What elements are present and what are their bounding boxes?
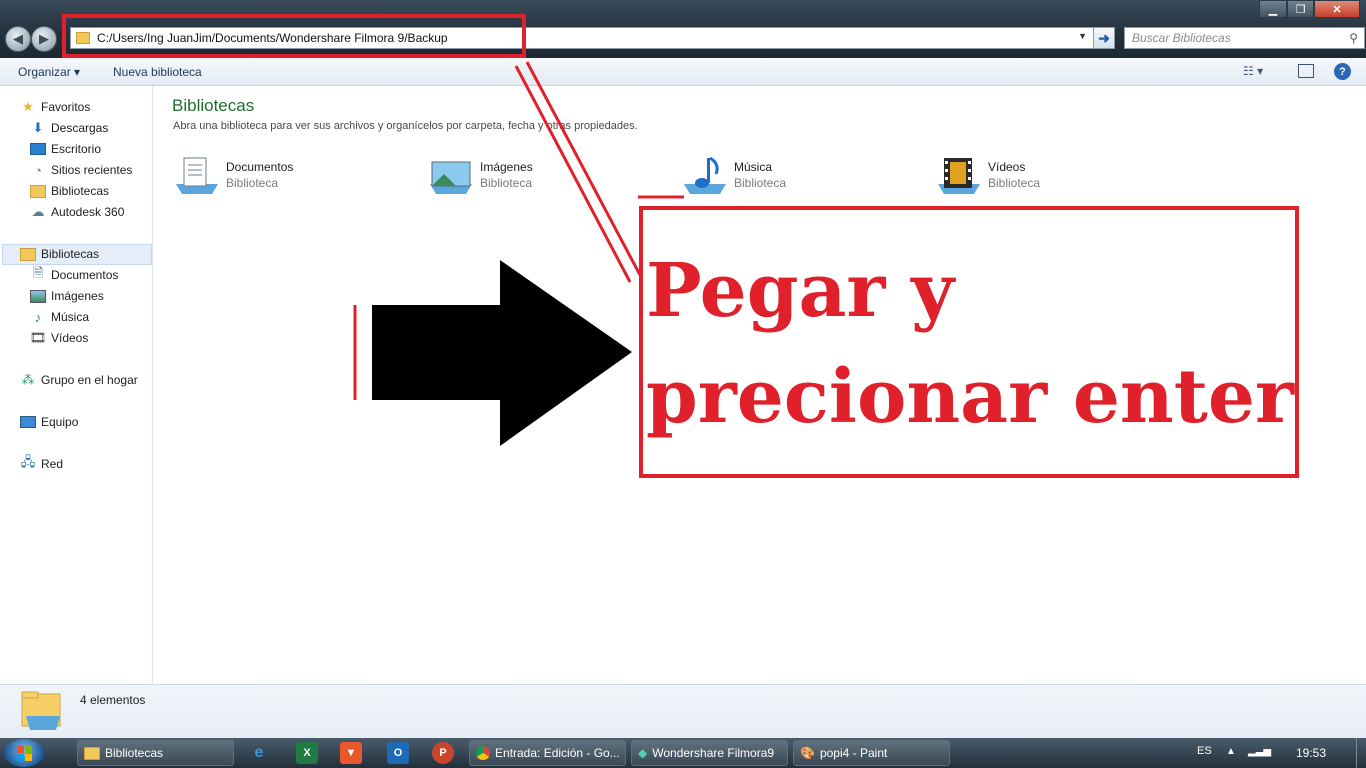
details-pane <box>0 684 1366 738</box>
excel-icon[interactable]: X <box>296 742 318 764</box>
task-label: popi4 - Paint <box>819 746 888 760</box>
paint-icon: 🎨 <box>800 746 815 760</box>
language-indicator[interactable]: ES <box>1197 745 1212 757</box>
annotation-line-1: Pegar y <box>646 248 955 334</box>
tray-expand-icon[interactable]: ▲ <box>1226 746 1236 757</box>
library-folder-icon <box>21 691 61 730</box>
clock[interactable]: 19:53 <box>1296 746 1326 760</box>
task-chrome[interactable]: Entrada: Edición - Go... <box>469 740 626 766</box>
start-button[interactable] <box>4 739 44 767</box>
signal-icon[interactable]: ▂▃▅ <box>1248 746 1271 757</box>
pointer-arrow <box>372 260 632 446</box>
task-paint[interactable]: 🎨 popi4 - Paint <box>793 740 950 766</box>
outlook-icon[interactable]: O <box>387 742 409 764</box>
show-desktop-button[interactable] <box>1356 738 1366 768</box>
filmora-icon: ◆ <box>638 746 648 760</box>
item-count: 4 elementos <box>80 693 146 707</box>
annotation-text: Pegar y precionar enter <box>646 238 1296 450</box>
task-label: Wondershare Filmora9 <box>652 746 775 760</box>
chrome-icon <box>476 746 490 760</box>
brave-icon[interactable]: ▼ <box>340 742 362 764</box>
task-filmora[interactable]: ◆ Wondershare Filmora9 <box>631 740 788 766</box>
task-explorer[interactable]: Bibliotecas <box>77 740 234 766</box>
task-label: Bibliotecas <box>105 746 164 760</box>
powerpoint-icon[interactable]: P <box>432 742 454 764</box>
internet-explorer-icon[interactable]: e <box>248 742 270 764</box>
windows-logo-icon <box>16 745 32 761</box>
task-label: Entrada: Edición - Go... <box>495 746 620 760</box>
annotation-line-2: precionar enter <box>646 354 1294 440</box>
folder-icon <box>84 746 100 760</box>
